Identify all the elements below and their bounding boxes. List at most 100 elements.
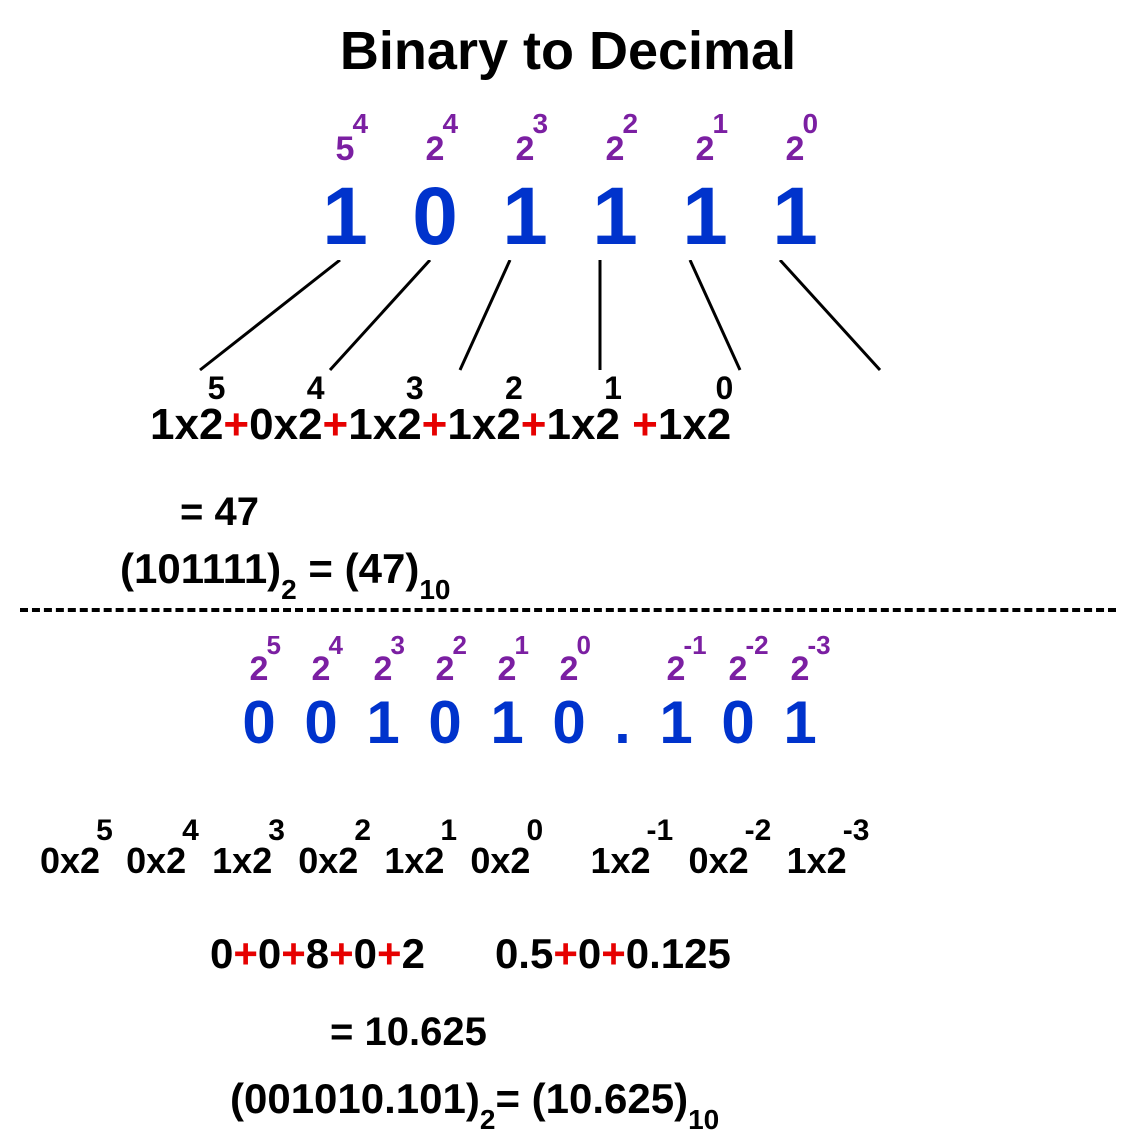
plus-icon: +	[329, 930, 354, 977]
plus-icon: +	[422, 400, 448, 449]
power-exp: 0	[576, 630, 590, 661]
power-exp: 4	[352, 108, 368, 140]
power-base: 25	[250, 650, 269, 689]
term-exp: -3	[843, 814, 870, 848]
term-text: 1x2	[590, 840, 650, 881]
ex2-conclusion: (001010.101)2= (10.625)10	[230, 1075, 719, 1123]
term-exp: 1	[440, 814, 457, 848]
binary-digit: 0	[414, 688, 476, 757]
ex1-binary-row: 1 0 1 1 1 1	[300, 170, 840, 264]
base-subscript: 2	[281, 574, 297, 605]
power-base: 54	[336, 130, 355, 169]
term-exp: 1	[604, 370, 622, 407]
power-item: 2-1	[645, 650, 707, 689]
power-base: 2-3	[791, 650, 810, 689]
power-exp: 1	[514, 630, 528, 661]
power-item: 20	[538, 650, 600, 689]
binary-digit: 1	[480, 170, 570, 264]
binary-digit: 0	[707, 688, 769, 757]
plus-icon: +	[223, 400, 249, 449]
decimal-notation: (10.625)	[532, 1075, 688, 1122]
term: 0x24	[249, 400, 322, 450]
plus-icon: +	[377, 930, 402, 977]
power-exp: 0	[802, 108, 818, 140]
binary-digit: 0	[228, 688, 290, 757]
decimal-notation: (47)	[345, 545, 420, 592]
term-exp: 5	[208, 370, 226, 407]
sum-value: 0	[210, 930, 233, 977]
plus-icon: +	[632, 400, 658, 449]
term-exp: -2	[745, 814, 772, 848]
term: 0x22	[298, 840, 358, 882]
ex1-expansion: 1x25+0x24+1x23+1x22+1x21 +1x20	[150, 400, 731, 450]
binary-digit: 1	[645, 688, 707, 757]
term-exp: 3	[268, 814, 285, 848]
plus-icon: +	[323, 400, 349, 449]
binary-digit: 1	[750, 170, 840, 264]
power-base: 22	[436, 650, 455, 689]
ex2-binary-row: 0 0 1 0 1 0 . 1 0 1	[228, 688, 831, 757]
plus-icon: +	[233, 930, 258, 977]
sum-value: 2	[402, 930, 425, 977]
term-text: 0x2	[249, 400, 322, 449]
ex1-result: = 47	[180, 490, 259, 535]
power-item: 22	[570, 130, 660, 169]
term: 0x20	[470, 840, 530, 882]
power-base: 2-2	[729, 650, 748, 689]
term: 1x25	[150, 400, 223, 450]
term-text: 1x2	[150, 400, 223, 449]
term-exp: 0	[715, 370, 733, 407]
power-exp: -2	[745, 630, 768, 661]
power-exp: 1	[712, 108, 728, 140]
power-exp: 3	[390, 630, 404, 661]
power-base: 24	[312, 650, 331, 689]
term-text: 1x2	[384, 840, 444, 881]
term-text: 0x2	[470, 840, 530, 881]
equals: =	[495, 1075, 531, 1122]
term-exp: 4	[182, 814, 199, 848]
ex2-power-row: 25 24 23 22 21 20 2-1 2-2 2-3	[228, 650, 831, 689]
term: 1x21	[384, 840, 444, 882]
term-text: 1x2	[658, 400, 731, 449]
power-base: 22	[606, 130, 625, 169]
sum-value: 0	[354, 930, 377, 977]
term-text: 0x2	[126, 840, 186, 881]
term: 1x23	[212, 840, 272, 882]
term-exp: 2	[354, 814, 371, 848]
term-exp: -1	[647, 814, 674, 848]
power-base: 21	[696, 130, 715, 169]
base-subscript: 10	[419, 574, 450, 605]
binary-digit: 0	[290, 688, 352, 757]
binary-digit: 0	[390, 170, 480, 264]
plus-icon: +	[601, 930, 626, 977]
power-item: 2-2	[707, 650, 769, 689]
binary-point: .	[600, 688, 645, 757]
plus-icon: +	[521, 400, 547, 449]
plus-icon: +	[553, 930, 578, 977]
sum-value: 8	[306, 930, 329, 977]
sum-value: 0.125	[626, 930, 731, 977]
power-item: 25	[228, 650, 290, 689]
binary-digit: 1	[660, 170, 750, 264]
plus-icon: +	[281, 930, 306, 977]
power-exp: 5	[266, 630, 280, 661]
power-gap	[600, 650, 645, 689]
term: 0x25	[40, 840, 100, 882]
binary-notation: (101111)	[120, 545, 281, 592]
ex1-conclusion: (101111)2 = (47)10	[120, 545, 450, 593]
power-base: 20	[786, 130, 805, 169]
power-base: 24	[426, 130, 445, 169]
sum-value: 0.5	[495, 930, 553, 977]
power-item: 54	[300, 130, 390, 169]
power-item: 23	[480, 130, 570, 169]
power-exp: 2	[452, 630, 466, 661]
power-exp: 3	[532, 108, 548, 140]
ex2-expansion: 0x25 0x24 1x23 0x22 1x21 0x20 1x2-1 0x2-…	[40, 840, 873, 882]
term: 1x20	[658, 400, 731, 450]
ex2-result: = 10.625	[330, 1010, 487, 1055]
page-title: Binary to Decimal	[0, 20, 1136, 82]
ex1-connector-lines-icon	[0, 260, 1136, 375]
binary-digit: 0	[538, 688, 600, 757]
power-base: 23	[374, 650, 393, 689]
term-text: 1x2	[787, 840, 847, 881]
